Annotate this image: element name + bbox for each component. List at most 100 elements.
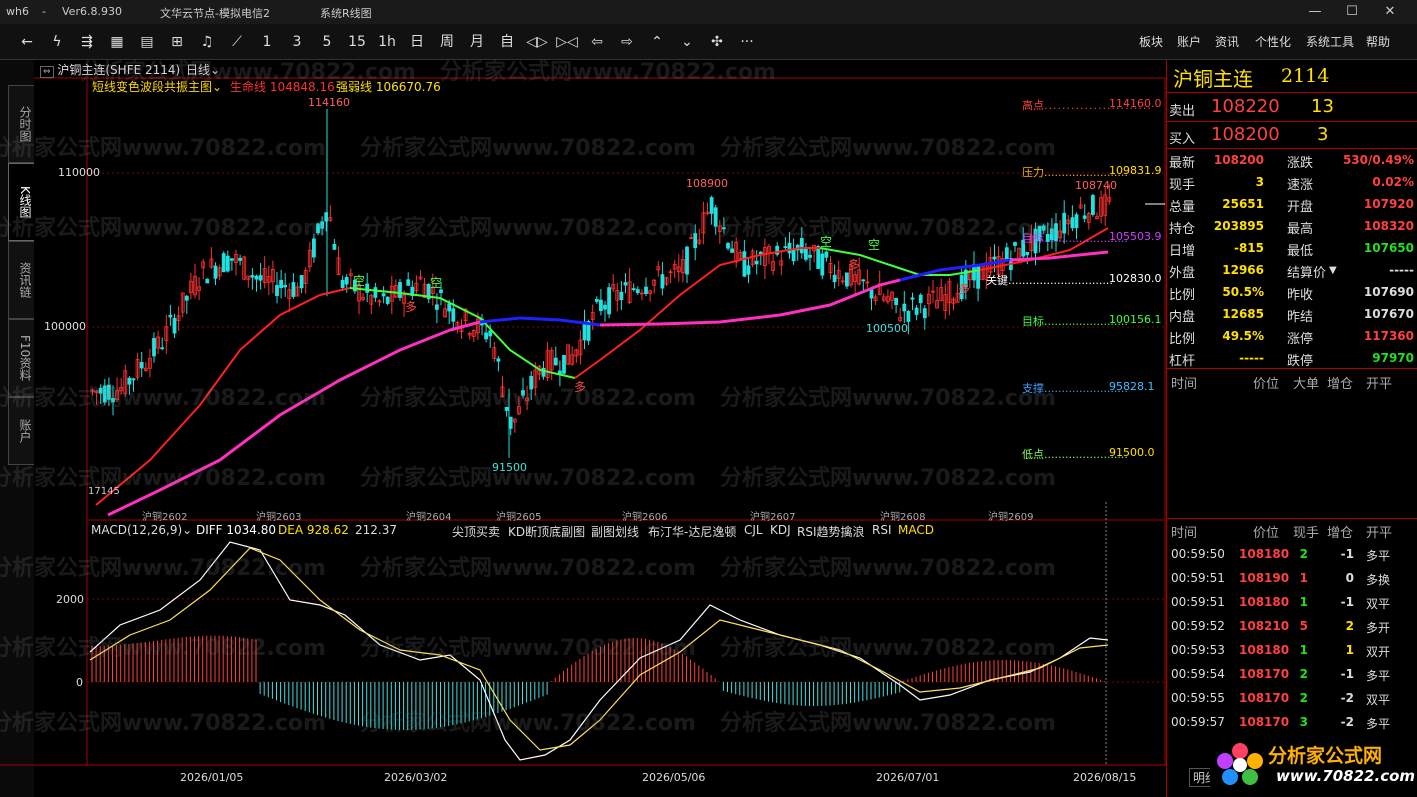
menu-sector[interactable]: 板块 xyxy=(1139,33,1163,50)
zoom-out-icon[interactable]: ▷◁ xyxy=(556,32,578,52)
menu-account[interactable]: 账户 xyxy=(1177,33,1201,50)
menu-personalize[interactable]: 个性化 xyxy=(1255,33,1291,50)
indicator-name[interactable]: 短线变色波段共振主图⌄ xyxy=(92,78,222,95)
candle-body xyxy=(906,311,911,322)
bell-icon[interactable]: ♫ xyxy=(196,32,218,52)
peak-label: 108740 xyxy=(1075,179,1117,192)
sell-row[interactable]: 卖出 108220 13 xyxy=(1167,95,1417,121)
period-month[interactable]: 月 xyxy=(466,32,488,52)
period-1h[interactable]: 1h xyxy=(376,32,398,52)
period-3[interactable]: 3 xyxy=(286,32,308,52)
long-signal: 多 xyxy=(958,282,971,296)
candle-body xyxy=(250,275,255,278)
period-week[interactable]: 周 xyxy=(436,32,458,52)
candle-body xyxy=(594,298,599,302)
month-label: 沪铜2605 xyxy=(496,512,542,523)
dea-line xyxy=(89,547,1109,751)
crosshair-icon[interactable]: ✣ xyxy=(706,32,728,52)
table-icon[interactable]: ▤ xyxy=(136,32,158,52)
period-15[interactable]: 15 xyxy=(346,32,368,52)
candle-body xyxy=(275,285,279,296)
candle-body xyxy=(1070,217,1075,229)
ind-tab-drawline[interactable]: 副图划线 xyxy=(591,523,639,540)
strong-weak-label: 强弱线 106670.76 xyxy=(336,80,441,94)
app-version: Ver6.8.930 xyxy=(62,5,122,18)
ind-tab-rsi[interactable]: RSI xyxy=(872,523,892,537)
macd-title[interactable]: MACD(12,26,9)⌄ xyxy=(91,523,192,537)
candle-body xyxy=(730,248,734,253)
candle-body xyxy=(283,284,288,288)
candle-body xyxy=(221,253,226,273)
long-signal: 多 xyxy=(848,258,861,272)
minimize-icon[interactable]: — xyxy=(1300,2,1330,22)
chart-area[interactable]: ⇔ 沪铜主连(SHFE 2114) 日线⌄ 短线变色波段共振主图⌄ 生命线 10… xyxy=(0,60,1166,797)
lightning-icon[interactable]: ϟ xyxy=(46,32,68,52)
candle-body xyxy=(992,256,997,260)
candle-body xyxy=(685,246,689,275)
candle-body xyxy=(365,283,370,293)
ind-tab-rsi-trend[interactable]: RSI趋势擒浪 xyxy=(797,523,865,540)
buy-row[interactable]: 买入 108200 3 xyxy=(1167,123,1417,149)
candle-body xyxy=(299,275,304,289)
candle-body xyxy=(709,197,714,214)
period-custom[interactable]: 自 xyxy=(496,32,518,52)
ind-tab-bollinger[interactable]: 布汀华-达尼逸顿 xyxy=(648,523,736,540)
close-icon[interactable]: ✕ xyxy=(1375,2,1405,22)
back-icon[interactable]: ← xyxy=(16,32,38,52)
candle-body xyxy=(521,390,525,396)
candle-body xyxy=(787,242,792,254)
quote-row: 日增 -815 最低 107650 xyxy=(1169,241,1414,259)
arrow-left-icon[interactable]: ⇦ xyxy=(586,32,608,52)
period-1[interactable]: 1 xyxy=(256,32,278,52)
ind-tab-top-bottom[interactable]: 尖顶买卖 xyxy=(452,523,500,540)
candle-body xyxy=(111,398,115,403)
contract-label: ⇔ 沪铜主连(SHFE 2114) xyxy=(40,61,180,78)
candle-body xyxy=(861,279,866,282)
life-line-green xyxy=(819,247,981,276)
menu-news[interactable]: 资讯 xyxy=(1215,33,1239,50)
dea-label: DEA 928.62 xyxy=(278,523,349,537)
quote-row: 杠杆 ----- 跌停 97970 xyxy=(1169,351,1414,369)
date-label: 2026/03/02 xyxy=(384,771,448,784)
grid-icon[interactable]: ▦ xyxy=(106,32,128,52)
more-icon[interactable]: ··· xyxy=(736,32,758,52)
draw-line-icon[interactable]: ⟋ xyxy=(226,32,248,52)
ind-tab-cjl[interactable]: CJL xyxy=(744,523,763,537)
quote-row: 最新 108200 涨跌 530/0.49% xyxy=(1169,153,1414,171)
candle-body xyxy=(1013,242,1017,246)
ind-tab-macd[interactable]: MACD xyxy=(898,523,934,537)
ind-tab-kdj[interactable]: KDJ xyxy=(770,523,791,537)
date-label: 2026/01/05 xyxy=(180,771,244,784)
period-day[interactable]: 日 xyxy=(406,32,428,52)
order-icon[interactable]: ⇶ xyxy=(76,32,98,52)
candle-body xyxy=(820,253,825,276)
candle-body xyxy=(98,387,103,394)
quote-row: 持仓 203895 最高 108320 xyxy=(1169,219,1414,237)
system-name: 系统R线图 xyxy=(320,7,372,20)
tick-row: 00:59:55 108170 2 -2 双平 xyxy=(1171,691,1391,707)
arrow-up-icon[interactable]: ⌃ xyxy=(646,32,668,52)
tick-row: 00:59:51 108190 1 0 多换 xyxy=(1171,571,1391,587)
month-label: 沪铜2607 xyxy=(750,512,796,523)
month-label: 沪铜2606 xyxy=(622,512,668,523)
diff-label: DIFF 1034.80 xyxy=(196,523,277,537)
arrow-down-icon[interactable]: ⌄ xyxy=(676,32,698,52)
kline-icon[interactable]: ⊞ xyxy=(166,32,188,52)
arrow-right-icon[interactable]: ⇨ xyxy=(616,32,638,52)
ind-tab-kd[interactable]: KD断顶底副图 xyxy=(508,523,585,540)
zoom-in-icon[interactable]: ◁▷ xyxy=(526,32,548,52)
logo-text: 分析家公式网 xyxy=(1268,745,1383,767)
kline-chart[interactable] xyxy=(0,60,1166,797)
menu-system-tools[interactable]: 系统工具 xyxy=(1306,33,1354,50)
candle-body xyxy=(607,287,611,315)
main-pane-frame xyxy=(86,77,1166,521)
menu-help[interactable]: 帮助 xyxy=(1366,33,1390,50)
candle-body xyxy=(910,297,915,300)
candle-body xyxy=(160,347,165,350)
peak-label: 114160 xyxy=(308,96,350,109)
period-selector[interactable]: 日线⌄ xyxy=(186,61,220,78)
short-signal: 空 xyxy=(430,276,443,290)
period-5[interactable]: 5 xyxy=(316,32,338,52)
level-key: 关键.............................. xyxy=(986,274,1113,287)
maximize-icon[interactable]: ☐ xyxy=(1337,2,1367,22)
